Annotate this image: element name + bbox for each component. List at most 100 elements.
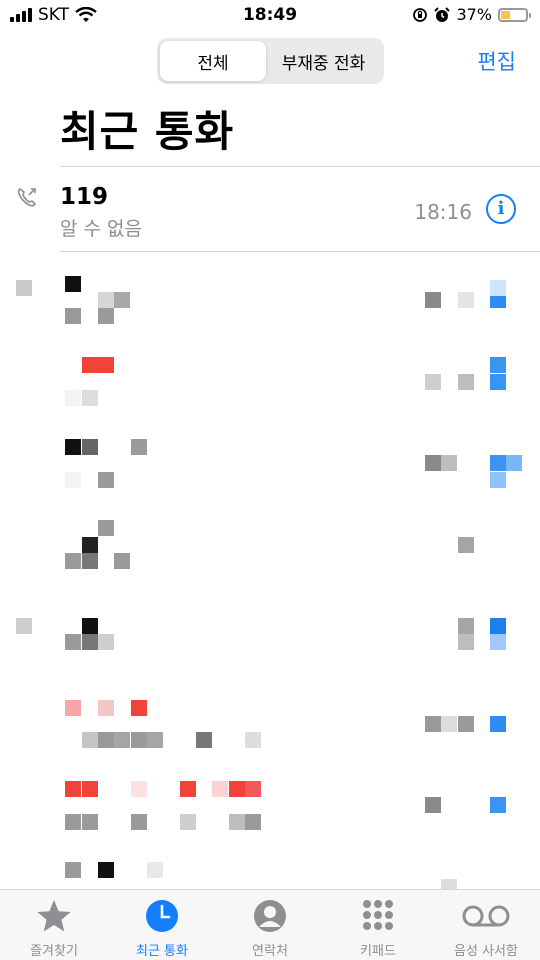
redacted-pixel bbox=[229, 814, 245, 830]
tab-contacts[interactable]: 연락처 bbox=[216, 890, 324, 960]
redacted-pixel bbox=[506, 455, 522, 471]
tab-recents[interactable]: 최근 통화 bbox=[108, 890, 216, 960]
redacted-pixel bbox=[425, 374, 441, 390]
redacted-pixel bbox=[65, 781, 81, 797]
call-time: 18:16 bbox=[414, 200, 472, 224]
redacted-pixel bbox=[131, 439, 147, 455]
redacted-pixel bbox=[131, 732, 147, 748]
tab-keypad[interactable]: 키패드 bbox=[324, 890, 432, 960]
voicemail-icon bbox=[462, 905, 510, 927]
battery-fill bbox=[501, 10, 510, 19]
tab-bar: 즐겨찾기 최근 통화 연락처 키패드 음성 사서함 bbox=[0, 889, 540, 960]
contact-icon bbox=[254, 900, 286, 932]
info-icon[interactable]: i bbox=[486, 194, 516, 224]
redacted-pixel bbox=[490, 618, 506, 634]
tab-label: 음성 사서함 bbox=[454, 944, 518, 959]
segment-all[interactable]: 전체 bbox=[160, 41, 266, 81]
redacted-pixel bbox=[490, 280, 506, 296]
redacted-pixel bbox=[114, 732, 130, 748]
redacted-pixel bbox=[65, 634, 81, 650]
redacted-pixel bbox=[490, 374, 506, 390]
redacted-pixel bbox=[458, 716, 474, 732]
tab-label: 최근 통화 bbox=[136, 944, 188, 959]
tab-label: 연락처 bbox=[252, 944, 288, 959]
redacted-pixel bbox=[490, 455, 506, 471]
redacted-pixel bbox=[16, 280, 32, 296]
redacted-pixel bbox=[114, 292, 130, 308]
redacted-pixel bbox=[114, 553, 130, 569]
redacted-pixel bbox=[65, 553, 81, 569]
redacted-pixel bbox=[65, 308, 81, 324]
divider bbox=[60, 166, 540, 167]
battery-icon bbox=[498, 7, 531, 22]
redacted-pixel bbox=[425, 797, 441, 813]
tab-voicemail[interactable]: 음성 사서함 bbox=[432, 890, 540, 960]
redacted-pixel bbox=[65, 472, 81, 488]
redacted-pixel bbox=[82, 390, 98, 406]
rotation-lock-icon bbox=[413, 7, 428, 22]
caller-name: 119 bbox=[60, 184, 109, 210]
redacted-pixel bbox=[98, 634, 114, 650]
tab-label: 키패드 bbox=[360, 944, 396, 959]
redacted-pixel bbox=[245, 814, 261, 830]
redacted-pixel bbox=[98, 700, 114, 716]
tab-favorites[interactable]: 즐겨찾기 bbox=[0, 890, 108, 960]
filter-segmented-control: 전체 부재중 전화 bbox=[157, 38, 384, 84]
redacted-pixel bbox=[82, 814, 98, 830]
redacted-pixel bbox=[65, 390, 81, 406]
redacted-call-list bbox=[0, 252, 540, 895]
redacted-pixel bbox=[65, 439, 81, 455]
redacted-pixel bbox=[82, 618, 98, 634]
recent-call-row[interactable]: 119 알 수 없음 18:16 i bbox=[0, 168, 540, 250]
redacted-pixel bbox=[147, 732, 163, 748]
redacted-pixel bbox=[82, 634, 98, 650]
keypad-icon bbox=[363, 900, 393, 930]
redacted-pixel bbox=[180, 814, 196, 830]
segment-missed[interactable]: 부재중 전화 bbox=[266, 41, 381, 81]
status-bar: SKT 18:49 37% bbox=[0, 0, 540, 32]
redacted-pixel bbox=[98, 862, 114, 878]
edit-button[interactable]: 편집 bbox=[477, 46, 516, 76]
tab-label: 즐겨찾기 bbox=[30, 944, 78, 959]
redacted-pixel bbox=[82, 553, 98, 569]
redacted-pixel bbox=[458, 537, 474, 553]
redacted-pixel bbox=[490, 716, 506, 732]
redacted-pixel bbox=[245, 732, 261, 748]
redacted-pixel bbox=[441, 716, 457, 732]
status-right: 37% bbox=[412, 5, 531, 24]
redacted-pixel bbox=[425, 716, 441, 732]
redacted-pixel bbox=[458, 374, 474, 390]
redacted-pixel bbox=[441, 455, 457, 471]
redacted-pixel bbox=[65, 814, 81, 830]
redacted-pixel bbox=[180, 781, 196, 797]
caller-type: 알 수 없음 bbox=[60, 218, 142, 240]
redacted-pixel bbox=[425, 455, 441, 471]
redacted-pixel bbox=[245, 781, 261, 797]
outgoing-phone-icon bbox=[17, 188, 36, 207]
redacted-pixel bbox=[98, 357, 114, 373]
redacted-pixel bbox=[490, 634, 506, 650]
redacted-pixel bbox=[98, 520, 114, 536]
redacted-pixel bbox=[458, 618, 474, 634]
redacted-pixel bbox=[98, 472, 114, 488]
redacted-pixel bbox=[212, 781, 228, 797]
star-icon bbox=[37, 900, 71, 932]
redacted-pixel bbox=[131, 781, 147, 797]
redacted-pixel bbox=[98, 308, 114, 324]
redacted-pixel bbox=[65, 700, 81, 716]
redacted-pixel bbox=[98, 292, 114, 308]
redacted-pixel bbox=[82, 439, 98, 455]
battery-percent: 37% bbox=[456, 5, 492, 24]
redacted-pixel bbox=[458, 634, 474, 650]
redacted-pixel bbox=[425, 292, 441, 308]
redacted-pixel bbox=[65, 276, 81, 292]
page-title: 최근 통화 bbox=[60, 107, 235, 156]
redacted-pixel bbox=[490, 472, 506, 488]
redacted-pixel bbox=[131, 700, 147, 716]
redacted-pixel bbox=[82, 357, 98, 373]
alarm-icon bbox=[434, 6, 451, 22]
redacted-pixel bbox=[82, 732, 98, 748]
redacted-pixel bbox=[458, 292, 474, 308]
redacted-pixel bbox=[196, 732, 212, 748]
redacted-pixel bbox=[147, 862, 163, 878]
